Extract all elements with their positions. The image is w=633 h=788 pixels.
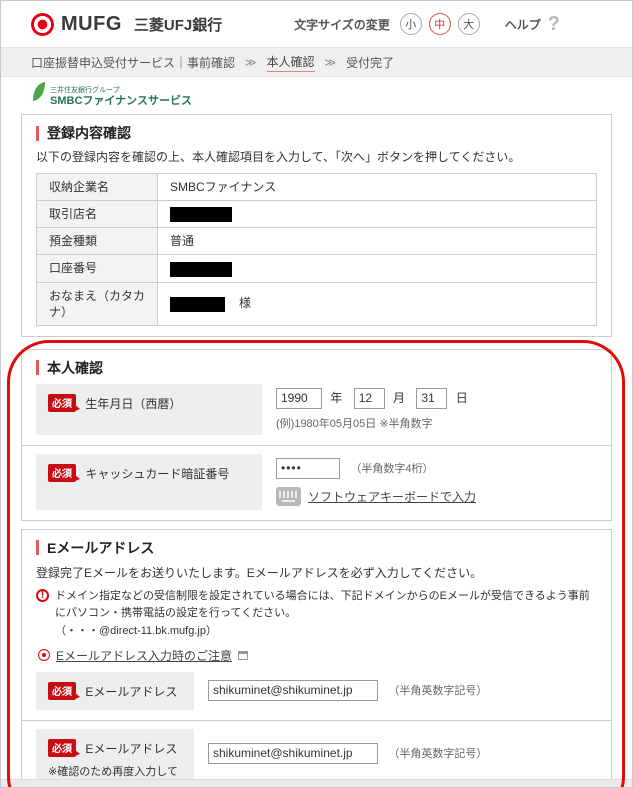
required-badge: 必須: [48, 394, 76, 412]
brand-mufg: MUFG: [61, 13, 122, 36]
identity-card: 本人確認 必須 生年月日（西暦） 年 月 日 (例)1980年: [21, 349, 612, 521]
table-row: 取引店名: [37, 201, 597, 228]
required-badge: 必須: [48, 464, 76, 482]
email-note-link[interactable]: Eメールアドレス入力時のご注意: [56, 647, 232, 664]
identity-title: 本人確認: [36, 360, 597, 376]
name-honorific: 様: [239, 296, 251, 310]
font-size-small-button[interactable]: 小: [400, 13, 422, 35]
email-title: Eメールアドレス: [36, 540, 597, 556]
birth-date-row: 必須 生年月日（西暦） 年 月 日 (例)1980年05月05日 ※半角数字: [36, 384, 597, 435]
redacted-value: [170, 262, 232, 277]
email-label: 必須 Eメールアドレス: [36, 672, 194, 710]
pin-row: 必須 キャッシュカード暗証番号 （半角数字4桁） ソフトウェアキーボードで入力: [36, 454, 597, 510]
email-row: 必須 Eメールアドレス （半角英数字記号）: [36, 672, 597, 710]
breadcrumb-separator: ≫: [325, 56, 337, 69]
email-note-row: Eメールアドレス入力時のご注意: [38, 647, 597, 664]
new-window-icon: [238, 651, 248, 660]
email-hint: （半角英数字記号）: [388, 685, 487, 697]
breadcrumb-last-step: 受付完了: [346, 54, 394, 71]
header-controls: 文字サイズの変更 小 中 大 ヘルプ ?: [294, 13, 560, 36]
email-confirm-hint: （半角英数字記号）: [388, 748, 487, 760]
arrow-circle-icon: [38, 649, 50, 661]
birth-day-input[interactable]: [416, 388, 447, 409]
pin-input[interactable]: [276, 458, 340, 479]
mufg-logo-icon: [31, 13, 54, 36]
email-warning: ! ドメイン指定などの受信制限を設定されている場合には、下記ドメインからのEメー…: [36, 588, 597, 640]
day-unit: 日: [456, 391, 468, 405]
year-unit: 年: [330, 391, 342, 405]
warning-domain: （・・・@direct-11.bk.mufg.jp）: [55, 623, 597, 640]
row-label: 取引店名: [37, 201, 158, 228]
birth-year-input[interactable]: [276, 388, 322, 409]
row-value: [158, 201, 597, 228]
help-icon[interactable]: ?: [548, 13, 560, 36]
smbc-brand: 三井住友銀行グループ SMBCファイナンスサービス: [31, 85, 632, 107]
month-unit: 月: [393, 391, 405, 405]
row-value: 様: [158, 282, 597, 325]
registration-card: 登録内容確認 以下の登録内容を確認の上、本人確認項目を入力して、「次へ」ボタンを…: [21, 114, 612, 337]
software-keyboard-link[interactable]: ソフトウェアキーボードで入力: [308, 488, 476, 505]
font-size-medium-button[interactable]: 中: [429, 13, 451, 35]
keyboard-icon[interactable]: [276, 487, 301, 506]
table-row: 口座番号: [37, 255, 597, 282]
row-label: 口座番号: [37, 255, 158, 282]
smbc-leaf-icon: [31, 81, 46, 107]
birth-date-hint: (例)1980年05月05日 ※半角数字: [276, 415, 597, 431]
row-value: 普通: [158, 228, 597, 255]
registration-table: 収納企業名 SMBCファイナンス 取引店名 預金種類 普通 口座番号 おなまえ（…: [36, 173, 597, 326]
redacted-value: [170, 207, 232, 222]
breadcrumb: 口座振替申込受付サービス｜事前確認 ≫ 本人確認 ≫ 受付完了: [1, 47, 632, 77]
font-size-large-button[interactable]: 大: [458, 13, 480, 35]
breadcrumb-current-step: 本人確認: [267, 53, 315, 72]
row-divider: [22, 445, 611, 446]
birth-date-label: 必須 生年月日（西暦）: [36, 384, 262, 435]
row-value: [158, 255, 597, 282]
smbc-group-label: 三井住友銀行グループ: [50, 87, 192, 95]
page: MUFG 三菱UFJ銀行 文字サイズの変更 小 中 大 ヘルプ ? 口座振替申込…: [0, 0, 633, 788]
email-confirm-input[interactable]: [208, 743, 378, 764]
smbc-company-name: SMBCファイナンスサービス: [50, 95, 192, 107]
breadcrumb-service-step: 口座振替申込受付サービス｜事前確認: [31, 54, 235, 71]
pin-label: 必須 キャッシュカード暗証番号: [36, 454, 262, 510]
email-input[interactable]: [208, 680, 378, 701]
required-badge: 必須: [48, 682, 76, 700]
required-badge: 必須: [48, 739, 76, 757]
bottom-band: [1, 779, 632, 787]
table-row: おなまえ（カタカナ） 様: [37, 282, 597, 325]
breadcrumb-separator: ≫: [245, 56, 257, 69]
email-card: Eメールアドレス 登録完了Eメールをお送りいたします。Eメールアドレスを必ず入力…: [21, 529, 612, 788]
title-accent-bar: [36, 540, 39, 555]
email-intro: 登録完了Eメールをお送りいたします。Eメールアドレスを必ず入力してください。: [36, 564, 597, 581]
table-row: 預金種類 普通: [37, 228, 597, 255]
title-accent-bar: [36, 126, 39, 141]
alert-icon: !: [36, 589, 49, 602]
redacted-value: [170, 297, 225, 312]
warning-text: ドメイン指定などの受信制限を設定されている場合には、下記ドメインからのEメールが…: [55, 588, 597, 622]
row-divider: [22, 720, 611, 721]
birth-month-input[interactable]: [354, 388, 385, 409]
title-accent-bar: [36, 360, 39, 375]
registration-title: 登録内容確認: [36, 125, 597, 141]
row-value: SMBCファイナンス: [158, 174, 597, 201]
row-label: 収納企業名: [37, 174, 158, 201]
pin-hint: （半角数字4桁）: [350, 463, 433, 475]
header: MUFG 三菱UFJ銀行 文字サイズの変更 小 中 大 ヘルプ ?: [1, 1, 632, 47]
registration-description: 以下の登録内容を確認の上、本人確認項目を入力して、「次へ」ボタンを押してください…: [36, 148, 597, 165]
font-size-label: 文字サイズの変更: [294, 16, 390, 33]
table-row: 収納企業名 SMBCファイナンス: [37, 174, 597, 201]
row-label: おなまえ（カタカナ）: [37, 282, 158, 325]
row-label: 預金種類: [37, 228, 158, 255]
brand-bank-name: 三菱UFJ銀行: [134, 14, 222, 35]
help-link[interactable]: ヘルプ: [505, 16, 541, 33]
